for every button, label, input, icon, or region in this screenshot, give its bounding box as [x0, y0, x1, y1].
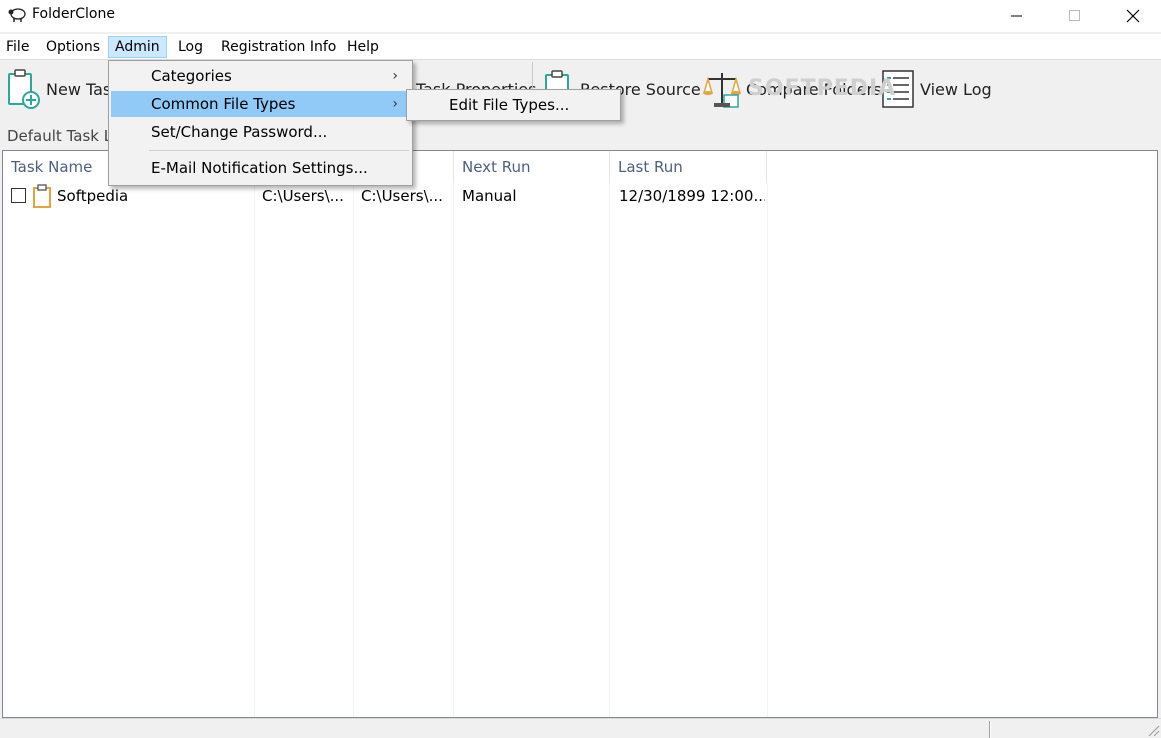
- admin-menu-email-notification[interactable]: E-Mail Notification Settings...: [111, 155, 410, 181]
- menu-separator: [149, 150, 409, 151]
- chevron-right-icon: ›: [392, 68, 398, 84]
- column-divider: [254, 183, 255, 717]
- title-bar: FolderClone: [0, 0, 1161, 32]
- menu-registration-info[interactable]: Registration Info: [215, 36, 342, 58]
- scales-icon: [703, 73, 741, 108]
- minimize-button[interactable]: [988, 0, 1046, 32]
- column-divider: [453, 183, 454, 717]
- menu-help[interactable]: Help: [341, 36, 385, 58]
- resize-grip-icon[interactable]: [1146, 723, 1160, 737]
- admin-menu-categories[interactable]: Categories ›: [111, 63, 410, 89]
- column-next-run[interactable]: Next Run: [454, 151, 610, 183]
- column-divider: [609, 183, 610, 717]
- column-divider: [767, 183, 768, 717]
- next-run-cell: Manual: [462, 187, 517, 205]
- table-row[interactable]: Softpedia C:\Users\... C:\Users\... Manu…: [3, 183, 767, 209]
- column-last-run[interactable]: Last Run: [610, 151, 767, 183]
- common-file-types-submenu: Edit File Types...: [406, 89, 621, 121]
- menu-file[interactable]: File: [0, 36, 35, 58]
- last-run-cell: 12/30/1899 12:00...: [619, 187, 765, 205]
- maximize-button[interactable]: [1046, 0, 1104, 32]
- minimize-icon: [1011, 15, 1022, 17]
- window-title: FolderClone: [32, 6, 115, 22]
- menu-log[interactable]: Log: [172, 36, 209, 58]
- view-log-button[interactable]: View Log: [880, 64, 992, 114]
- view-log-label: View Log: [920, 79, 992, 99]
- column-divider: [353, 183, 354, 717]
- new-task-button[interactable]: New Task: [6, 64, 121, 114]
- submenu-edit-file-types[interactable]: Edit File Types...: [409, 92, 618, 118]
- task-list-view[interactable]: Task Name Next Run Last Run Softpedia C:…: [2, 150, 1158, 718]
- close-icon: [1126, 9, 1140, 23]
- maximize-icon: [1069, 10, 1080, 21]
- menu-admin[interactable]: Admin: [108, 36, 167, 58]
- new-task-icon: [8, 69, 40, 109]
- clipboard-icon: [33, 184, 51, 208]
- task-checkbox[interactable]: [11, 188, 26, 203]
- close-button[interactable]: [1104, 0, 1161, 32]
- set-password-label: Set/Change Password...: [151, 123, 328, 141]
- watermark: SOFTPEDIA: [748, 76, 897, 101]
- admin-menu-common-file-types[interactable]: Common File Types ›: [111, 91, 410, 117]
- status-separator: [989, 721, 991, 738]
- email-notification-label: E-Mail Notification Settings...: [151, 159, 368, 177]
- admin-menu-set-password[interactable]: Set/Change Password...: [111, 119, 410, 145]
- source-cell: C:\Users\...: [262, 187, 344, 205]
- common-file-types-label: Common File Types: [151, 95, 296, 113]
- chevron-right-icon: ›: [392, 96, 398, 112]
- menu-options[interactable]: Options: [40, 36, 106, 58]
- admin-menu: Categories › Common File Types › Set/Cha…: [108, 60, 413, 186]
- status-bar: [0, 718, 1161, 738]
- categories-label: Categories: [151, 67, 232, 85]
- menu-bar: File Options Admin Log Registration Info…: [0, 34, 1161, 60]
- task-name-cell: Softpedia: [57, 187, 129, 205]
- edit-file-types-label: Edit File Types...: [449, 96, 570, 114]
- app-sheep-icon: [8, 8, 26, 22]
- destination-cell: C:\Users\...: [361, 187, 443, 205]
